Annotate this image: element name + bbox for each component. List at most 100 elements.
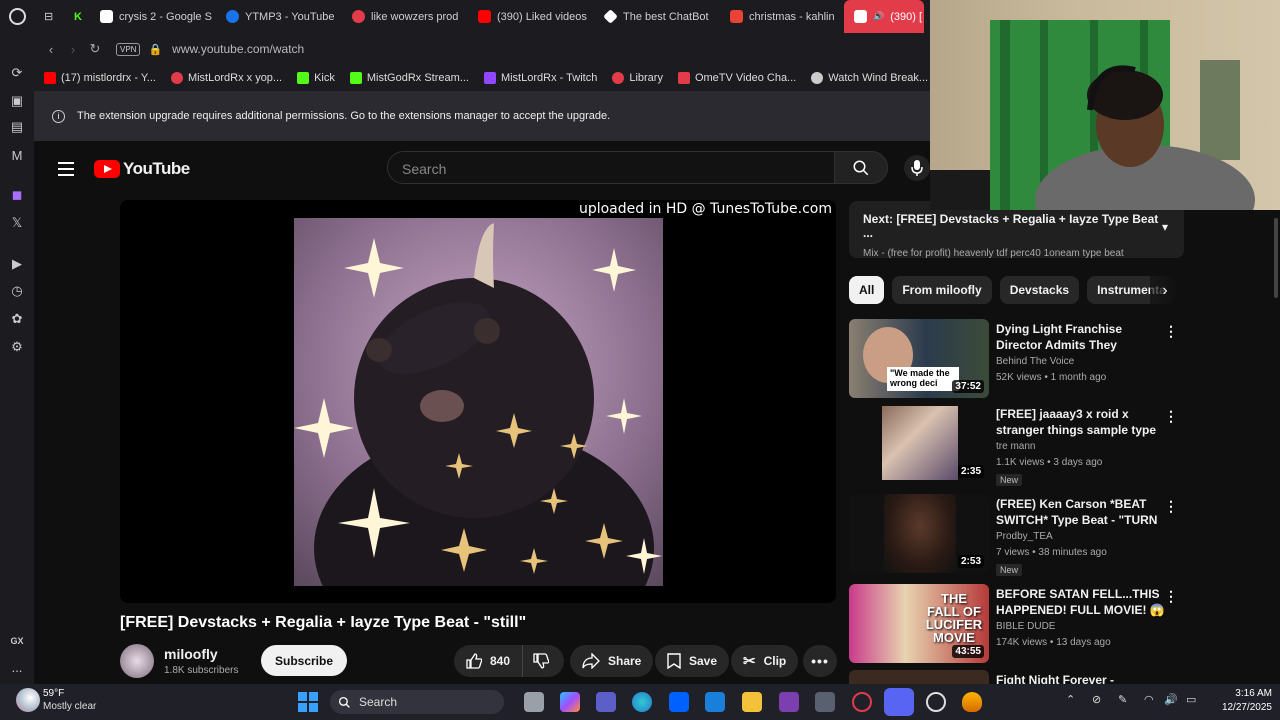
player-icon[interactable]: ▶ bbox=[8, 255, 26, 273]
chip-from-channel[interactable]: From miloofly bbox=[892, 276, 992, 304]
chevron-right-icon[interactable]: › bbox=[1150, 276, 1180, 306]
app-icon[interactable] bbox=[962, 692, 982, 712]
recommended-video[interactable]: 2:53 (FREE) Ken Carson *BEAT SWITCH* Typ… bbox=[849, 494, 1184, 578]
bookmark-item[interactable]: MistLordRx - Twitch bbox=[483, 72, 597, 84]
bookmark-item[interactable]: MistLordRx x yop... bbox=[170, 72, 282, 84]
video-thumbnail[interactable]: 2:53 bbox=[849, 494, 989, 573]
youtube-logo[interactable]: YouTube bbox=[94, 159, 190, 179]
recommended-video[interactable]: "We made the wrong deci 37:52 Dying Ligh… bbox=[849, 319, 1184, 403]
channel-name[interactable]: BIBLE DUDE bbox=[996, 621, 1055, 632]
browser-tab[interactable]: (390) Liked videos bbox=[468, 0, 594, 33]
video-title[interactable]: Dying Light Franchise Director Admits Th… bbox=[996, 321, 1166, 355]
scrollbar-thumb[interactable] bbox=[1274, 218, 1278, 298]
save-button[interactable]: Save bbox=[655, 645, 730, 677]
recommended-video[interactable]: 2:35 [FREE] jaaaay3 x roid x stranger th… bbox=[849, 404, 1184, 488]
windows-start-icon[interactable] bbox=[298, 692, 318, 712]
url-field[interactable]: www.youtube.com/watch bbox=[172, 42, 304, 56]
recommended-video[interactable]: Fight Night Forever - Gervonta bbox=[849, 670, 1184, 684]
channel-name[interactable]: Prodby_TEA bbox=[996, 531, 1053, 542]
bookmark-item[interactable]: Library bbox=[612, 72, 663, 84]
more-vertical-icon[interactable]: ⋮ bbox=[1164, 408, 1178, 425]
temperature[interactable]: 59°F bbox=[43, 688, 64, 699]
lock-icon[interactable]: 🔒 bbox=[148, 43, 162, 56]
bookmark-item[interactable]: OmeTV Video Cha... bbox=[677, 72, 796, 84]
bookmark-item[interactable]: (17) mistlordrx - Y... bbox=[44, 72, 156, 84]
speaker-icon[interactable]: 🔊 bbox=[873, 11, 884, 22]
task-view-icon[interactable] bbox=[524, 692, 544, 712]
channel-name[interactable]: miloofly bbox=[164, 646, 238, 662]
browser-tab[interactable]: like wowzers prod bbox=[342, 0, 468, 33]
opera-gx-icon[interactable] bbox=[852, 692, 872, 712]
browser-tab[interactable]: christmas - kahlin bbox=[720, 0, 840, 33]
tray-icon[interactable]: ⊘ bbox=[1092, 693, 1101, 706]
history-icon[interactable]: ◷ bbox=[8, 282, 26, 300]
video-player[interactable]: uploaded in HD @ TunesToTube.com bbox=[120, 200, 836, 603]
more-vertical-icon[interactable]: ⋮ bbox=[1164, 498, 1178, 515]
menu-icon[interactable] bbox=[58, 162, 74, 176]
chevron-down-icon[interactable]: ▾ bbox=[1162, 220, 1168, 234]
search-button[interactable] bbox=[834, 151, 888, 184]
video-thumbnail[interactable]: "We made the wrong deci 37:52 bbox=[849, 319, 989, 398]
clip-button[interactable]: ✂ Clip bbox=[731, 645, 799, 677]
weather-icon[interactable] bbox=[16, 688, 40, 712]
channel-name[interactable]: Behind The Voice bbox=[996, 356, 1074, 367]
x-twitter-icon[interactable]: 𝕏 bbox=[8, 214, 26, 232]
video-thumbnail[interactable]: THE FALL OF LUCIFER MOVIE 43:55 bbox=[849, 584, 989, 663]
bookmark-item[interactable]: Kick bbox=[297, 72, 335, 84]
browser-tab[interactable]: The best ChatBot bbox=[594, 0, 720, 33]
more-icon[interactable]: ... bbox=[8, 658, 26, 676]
more-vertical-icon[interactable]: ⋮ bbox=[1164, 588, 1178, 605]
channel-name[interactable]: tre mann bbox=[996, 441, 1035, 452]
more-actions-button[interactable]: ••• bbox=[803, 645, 837, 677]
chip-devstacks[interactable]: Devstacks bbox=[999, 276, 1080, 304]
active-tab[interactable]: 🔊 (390) [ bbox=[844, 0, 924, 33]
edge-icon[interactable] bbox=[632, 692, 652, 712]
clock-date[interactable]: 12/27/2025 bbox=[1206, 702, 1272, 713]
video-editor-icon[interactable] bbox=[779, 692, 799, 712]
browser-tab[interactable]: YTMP3 - YouTube bbox=[216, 0, 342, 33]
tab-manager-icon[interactable]: ⊟ bbox=[34, 0, 64, 33]
like-button[interactable]: 840 bbox=[454, 645, 524, 677]
settings-gear-icon[interactable]: ⚙ bbox=[8, 338, 26, 356]
vpn-badge[interactable]: VPN bbox=[116, 42, 141, 56]
copilot-icon[interactable] bbox=[560, 692, 580, 712]
more-vertical-icon[interactable]: ⋮ bbox=[1164, 323, 1178, 340]
refresh-sidebar-icon[interactable]: ⟳ bbox=[8, 64, 26, 82]
forward-icon[interactable]: › bbox=[62, 42, 84, 57]
mic-button[interactable] bbox=[904, 155, 930, 181]
video-title[interactable]: [FREE] jaaaay3 x roid x stranger things … bbox=[996, 406, 1166, 440]
gx-label[interactable]: GX bbox=[8, 632, 26, 650]
clock-time[interactable]: 3:16 AM bbox=[1216, 688, 1272, 699]
taskbar-search[interactable]: Search bbox=[330, 690, 504, 714]
share-button[interactable]: Share bbox=[570, 645, 654, 677]
bookmark-item[interactable]: MistGodRx Stream... bbox=[349, 72, 469, 84]
recommended-video[interactable]: THE FALL OF LUCIFER MOVIE 43:55 BEFORE S… bbox=[849, 584, 1184, 668]
subscribe-button[interactable]: Subscribe bbox=[261, 645, 348, 676]
video-thumbnail[interactable]: 2:35 bbox=[849, 404, 989, 483]
file-explorer-icon[interactable] bbox=[742, 692, 762, 712]
tray-app-icon[interactable]: ✎ bbox=[1118, 693, 1127, 706]
kick-tab-icon[interactable]: K bbox=[64, 0, 90, 33]
volume-icon[interactable]: 🔊 bbox=[1164, 693, 1178, 706]
twitch-icon[interactable]: ◼ bbox=[8, 186, 26, 204]
discord-icon[interactable] bbox=[884, 688, 914, 716]
mod-icon[interactable]: M bbox=[8, 146, 26, 164]
search-input[interactable]: Search bbox=[387, 151, 835, 184]
scrollbar[interactable] bbox=[1272, 210, 1280, 684]
chevron-up-icon[interactable]: ⌃ bbox=[1066, 693, 1075, 706]
camera-icon[interactable] bbox=[815, 692, 835, 712]
channel-avatar[interactable] bbox=[120, 644, 154, 678]
dislike-button[interactable] bbox=[523, 645, 559, 677]
video-thumbnail[interactable] bbox=[849, 670, 989, 684]
back-icon[interactable]: ‹ bbox=[40, 42, 62, 57]
video-title[interactable]: BEFORE SATAN FELL...THIS HAPPENED! FULL … bbox=[996, 586, 1166, 618]
bookmark-item[interactable]: Watch Wind Break... bbox=[811, 72, 928, 84]
video-title[interactable]: Fight Night Forever - Gervonta bbox=[996, 672, 1166, 684]
extensions-icon[interactable]: ✿ bbox=[8, 310, 26, 328]
browser-tab[interactable]: crysis 2 - Google S bbox=[90, 0, 216, 33]
opera-gx-logo-icon[interactable] bbox=[9, 8, 26, 25]
weather-status[interactable]: Mostly clear bbox=[43, 701, 96, 712]
bag-icon[interactable]: ▣ bbox=[8, 92, 26, 110]
video-title[interactable]: (FREE) Ken Carson *BEAT SWITCH* Type Bea… bbox=[996, 496, 1166, 530]
wifi-icon[interactable]: ◠ bbox=[1144, 693, 1154, 706]
